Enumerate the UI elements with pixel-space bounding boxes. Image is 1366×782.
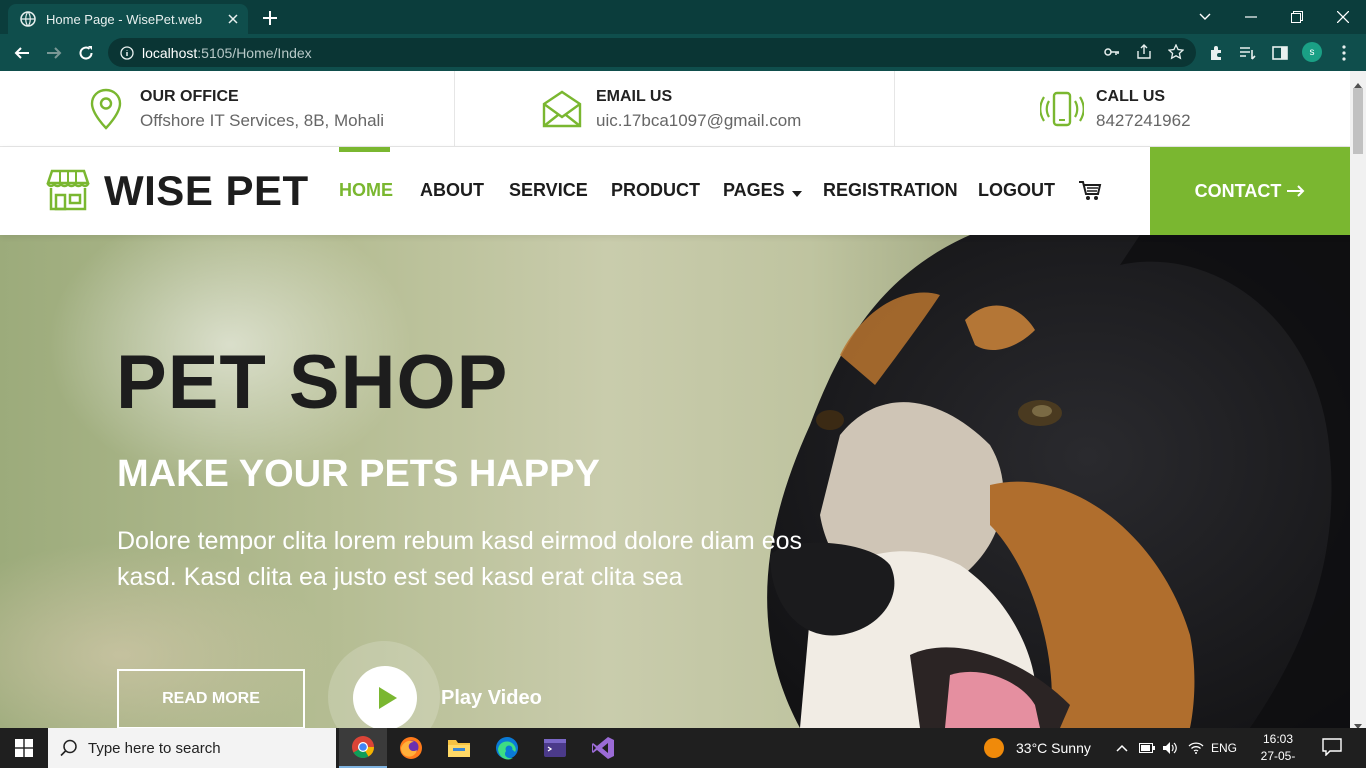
shop-icon — [46, 169, 90, 213]
key-icon[interactable] — [1102, 42, 1122, 62]
clock-time: 16:03 — [1262, 732, 1294, 746]
tab-title: Home Page - WisePet.web — [46, 11, 203, 27]
hero-text: Dolore tempor clita lorem rebum kasd eir… — [117, 527, 803, 591]
nav-registration[interactable]: REGISTRATION — [823, 180, 958, 201]
divider — [894, 71, 895, 147]
sun-icon — [984, 738, 1004, 758]
clock[interactable]: 16:03 27-05-2023 — [1250, 731, 1306, 782]
tab-search-icon[interactable] — [1182, 0, 1228, 34]
main-navbar: WISE PET HOME ABOUT SERVICE PRODUCT PAGE… — [0, 147, 1350, 235]
forward-button[interactable] — [40, 39, 68, 67]
site-info-icon[interactable] — [120, 45, 134, 60]
nav-service[interactable]: SERVICE — [509, 180, 588, 201]
phone-number[interactable]: 8427241962 — [1096, 111, 1191, 131]
profile-avatar[interactable]: s — [1302, 42, 1322, 62]
file-explorer-icon[interactable] — [435, 728, 483, 768]
restore-button[interactable] — [1274, 0, 1320, 34]
nav-product[interactable]: PRODUCT — [611, 180, 700, 201]
taskbar-search[interactable]: Type here to search — [48, 728, 336, 768]
cart-icon[interactable] — [1078, 180, 1102, 202]
dog-image — [767, 235, 1350, 728]
browser-tabbar: Home Page - WisePet.web — [0, 0, 1366, 34]
read-more-button[interactable]: READ MORE — [117, 669, 305, 728]
page-scrollbar[interactable] — [1350, 71, 1366, 729]
scrollbar-thumb[interactable] — [1353, 88, 1363, 154]
play-video-button[interactable] — [353, 666, 417, 728]
clock-date: 27-05-2023 — [1260, 749, 1296, 780]
extensions-icon[interactable] — [1206, 43, 1226, 63]
start-button[interactable] — [0, 728, 48, 768]
share-icon[interactable] — [1134, 42, 1154, 62]
top-info-bar: OUR OFFICE Offshore IT Services, 8B, Moh… — [0, 71, 1350, 147]
nav-pages-dropdown[interactable]: PAGES — [723, 180, 802, 202]
notification-icon[interactable] — [1322, 738, 1344, 758]
hero-section: PET SHOP MAKE YOUR PETS HAPPY Dolore tem… — [0, 235, 1350, 728]
active-indicator — [339, 147, 390, 152]
visual-studio-icon[interactable] — [579, 728, 627, 768]
call-info: CALL US 8427241962 — [1040, 71, 1191, 147]
nav-logout[interactable]: LOGOUT — [978, 180, 1055, 201]
nav-pages-label: PAGES — [723, 180, 785, 200]
email-heading: EMAIL US — [596, 87, 673, 105]
nav-about[interactable]: ABOUT — [420, 180, 484, 201]
bookmark-star-icon[interactable] — [1166, 42, 1186, 62]
battery-icon[interactable] — [1137, 728, 1157, 768]
contact-label: CONTACT — [1194, 180, 1282, 201]
caret-down-icon — [791, 181, 802, 202]
location-pin-icon — [84, 87, 128, 131]
close-tab-icon[interactable] — [222, 8, 244, 30]
menu-kebab-icon[interactable] — [1334, 43, 1354, 63]
divider — [454, 71, 455, 147]
new-tab-button[interactable] — [258, 6, 282, 30]
brand-logo[interactable]: WISE PET — [46, 167, 309, 215]
edge-icon[interactable] — [483, 728, 531, 768]
windows-taskbar: Type here to search 33°C Sunny ENG 16:03… — [0, 728, 1366, 780]
terminal-app-icon[interactable] — [531, 728, 579, 768]
minimize-button[interactable] — [1228, 0, 1274, 34]
play-video-label[interactable]: Play Video — [441, 687, 542, 710]
office-address: Offshore IT Services, 8B, Mohali — [140, 110, 385, 130]
taskbar-apps — [339, 728, 627, 768]
wifi-icon[interactable] — [1186, 728, 1206, 768]
firefox-icon[interactable] — [387, 728, 435, 768]
reload-button[interactable] — [72, 39, 100, 67]
search-placeholder: Type here to search — [88, 739, 221, 757]
web-page: OUR OFFICE Offshore IT Services, 8B, Moh… — [0, 71, 1350, 728]
phone-ringing-icon — [1040, 87, 1084, 131]
nav-home[interactable]: HOME — [339, 180, 393, 201]
address-bar[interactable]: localhost:5105/Home/Index — [108, 38, 1196, 67]
url-host: localhost — [142, 44, 198, 61]
office-heading: OUR OFFICE — [140, 87, 239, 105]
brand-name: WISE PET — [104, 167, 309, 214]
call-heading: CALL US — [1096, 87, 1166, 105]
search-icon — [60, 739, 78, 757]
chevron-up-icon[interactable] — [1112, 728, 1132, 768]
email-address[interactable]: uic.17bca1097@gmail.com — [596, 111, 801, 131]
arrow-right-icon — [1287, 185, 1305, 197]
back-button[interactable] — [8, 39, 36, 67]
contact-button[interactable]: CONTACT — [1150, 147, 1350, 235]
email-info: EMAIL US uic.17bca1097@gmail.com — [540, 71, 801, 147]
close-window-button[interactable] — [1320, 0, 1366, 34]
side-panel-icon[interactable] — [1270, 43, 1290, 63]
hero-subtitle: MAKE YOUR PETS HAPPY — [117, 453, 600, 495]
volume-icon[interactable] — [1160, 728, 1180, 768]
weather-widget[interactable]: 33°C Sunny — [984, 728, 1091, 768]
language-indicator[interactable]: ENG — [1210, 728, 1238, 768]
reading-list-icon[interactable] — [1238, 43, 1258, 63]
weather-text: 33°C Sunny — [1016, 740, 1091, 756]
url-path: :5105/Home/Index — [197, 44, 312, 61]
browser-tab[interactable]: Home Page - WisePet.web — [8, 4, 248, 34]
hero-title: PET SHOP — [116, 340, 509, 425]
browser-toolbar: localhost:5105/Home/Index — [0, 34, 1366, 71]
chrome-icon[interactable] — [339, 728, 387, 768]
play-icon — [378, 687, 397, 709]
office-info: OUR OFFICE Offshore IT Services, 8B, Moh… — [84, 71, 384, 147]
globe-icon — [20, 11, 36, 27]
envelope-icon — [540, 87, 584, 131]
